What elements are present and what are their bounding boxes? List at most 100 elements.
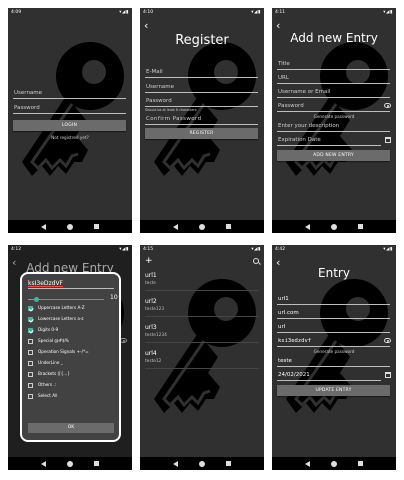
nav-recents-icon[interactable] [94,224,100,229]
add-entry-button[interactable]: ADD NEW ENTRY [277,150,390,161]
checkbox-icon[interactable] [28,327,33,333]
description-field[interactable]: teste [277,356,390,367]
generator-option[interactable]: Operation Signals +-/*= [28,349,89,355]
title-field[interactable]: url1 [277,294,390,305]
checkbox-icon[interactable] [28,305,33,311]
entry-subtitle: teste [145,281,156,286]
option-label: Others .: [38,382,57,387]
entry-list-screen: 4:15 ▾◢▮ + url1 teste url2 teste123 url3 test… [140,245,264,470]
nav-home-icon[interactable] [198,223,205,230]
checkbox-icon[interactable] [28,360,33,366]
length-slider[interactable] [28,297,104,302]
nav-recents-icon[interactable] [94,461,100,466]
nav-back-icon[interactable] [172,223,178,230]
entry-subtitle: teste1234 [145,333,167,338]
back-arrow-icon[interactable]: ‹ [144,20,148,31]
url-field[interactable]: url.com [277,308,390,319]
generated-password-field[interactable]: ksI3eDzdVF [28,279,114,289]
entry-detail-screen: 4:42 ▾◢▮ ‹ Entry url1 url.com url ksi3ed… [272,245,396,470]
generator-option[interactable]: UnderLine _ [28,360,63,366]
page-title: Register [175,33,229,48]
generator-option[interactable]: Others .: [28,382,56,388]
generator-option[interactable]: Lowercase Letters a-z [28,316,84,322]
username-field[interactable]: Username [145,82,258,93]
nav-recents-icon[interactable] [226,461,232,466]
register-link[interactable]: Not registred yet? [8,135,132,140]
status-bar: 4:09 ▾◢▮ [8,8,132,17]
nav-back-icon[interactable] [40,460,46,467]
password-field[interactable]: ksi3edzdvf [277,336,390,347]
username-field[interactable]: url [277,322,390,333]
nav-recents-icon[interactable] [358,224,364,229]
email-field[interactable]: E-Mail [145,67,258,78]
register-button[interactable]: REGISTER [145,128,258,139]
generate-password-link[interactable]: Generate password [272,114,396,119]
list-item[interactable]: url2 teste123 [145,295,259,317]
list-item[interactable]: url1 teste [145,269,259,291]
checkbox-icon[interactable] [28,371,33,377]
generator-option[interactable]: Select All [28,393,57,399]
login-button[interactable]: LOGIN [13,120,126,131]
nav-home-icon[interactable] [66,223,73,230]
system-nav-bar [8,457,132,470]
plus-icon[interactable]: + [145,256,153,266]
url-field[interactable]: URL [277,73,390,84]
nav-back-icon[interactable] [304,460,310,467]
entry-title: url2 [145,298,157,305]
generator-option[interactable]: Digits 0-9 [28,327,58,333]
calendar-icon[interactable] [385,372,391,378]
nav-home-icon[interactable] [330,460,337,467]
username-field[interactable]: Username [13,88,126,99]
nav-back-icon[interactable] [304,223,310,230]
password-field[interactable]: Password [277,101,390,112]
password-field[interactable]: Password [145,96,258,107]
nav-back-icon[interactable] [172,460,178,467]
status-bar: 4:42 ▾◢▮ [272,245,396,254]
nav-recents-icon[interactable] [358,461,364,466]
option-label: Operation Signals +-/*= [38,349,89,354]
nav-home-icon[interactable] [66,460,73,467]
generator-option[interactable]: Brackets ([{...} [28,371,70,377]
status-icons: ▾◢▮ [119,247,129,252]
status-time: 4:11 [275,10,286,15]
entry-subtitle: teste123 [145,307,165,312]
nav-back-icon[interactable] [40,223,46,230]
nav-recents-icon[interactable] [226,224,232,229]
list-item[interactable]: url4 teste12 [145,347,259,369]
system-nav-bar [8,220,132,233]
expiration-date-field[interactable]: Expiration Date [277,135,381,146]
status-bar: 4:12 ▾◢▮ [8,245,132,254]
generator-option[interactable]: Uppercase Letters A-Z [28,305,85,311]
generate-password-link[interactable]: Generate password [272,349,396,354]
entry-subtitle: teste12 [145,359,162,364]
option-label: Uppercase Letters A-Z [38,305,85,310]
checkbox-icon[interactable] [28,393,33,399]
slider-thumb[interactable] [33,297,39,302]
list-item[interactable]: url3 teste1234 [145,321,259,343]
title-field[interactable]: Title [277,59,390,70]
confirm-password-field[interactable]: Confirm Password [145,114,258,125]
expiration-date-field[interactable]: 24/02/2021 [277,370,381,381]
checkbox-icon[interactable] [28,338,33,344]
password-field[interactable]: Password [13,103,126,114]
back-arrow-icon[interactable]: ‹ [276,20,280,31]
nav-home-icon[interactable] [330,223,337,230]
ok-button[interactable]: OK [28,423,114,433]
checkbox-icon[interactable] [28,349,33,355]
generated-password-text: ksI3eDzdVF [28,280,64,287]
generator-dialog: ksI3eDzdVF 10 Uppercase Letters A-Z Lower… [20,272,121,442]
status-time: 4:15 [143,247,154,252]
search-icon[interactable] [253,257,259,264]
description-field[interactable]: Enter your description [277,121,390,132]
username-email-field[interactable]: Username or Email [277,87,390,98]
checkbox-icon[interactable] [28,382,33,388]
calendar-icon[interactable] [385,137,391,143]
status-icons: ▾◢▮ [383,10,393,15]
status-bar: 4:10 ▾◢▮ [140,8,264,17]
update-entry-button[interactable]: UPDATE ENTRY [277,385,390,396]
eye-icon[interactable] [384,338,391,343]
checkbox-icon[interactable] [28,316,33,322]
eye-icon[interactable] [384,103,391,108]
nav-home-icon[interactable] [198,460,205,467]
generator-option[interactable]: Special @#$% [28,338,69,344]
